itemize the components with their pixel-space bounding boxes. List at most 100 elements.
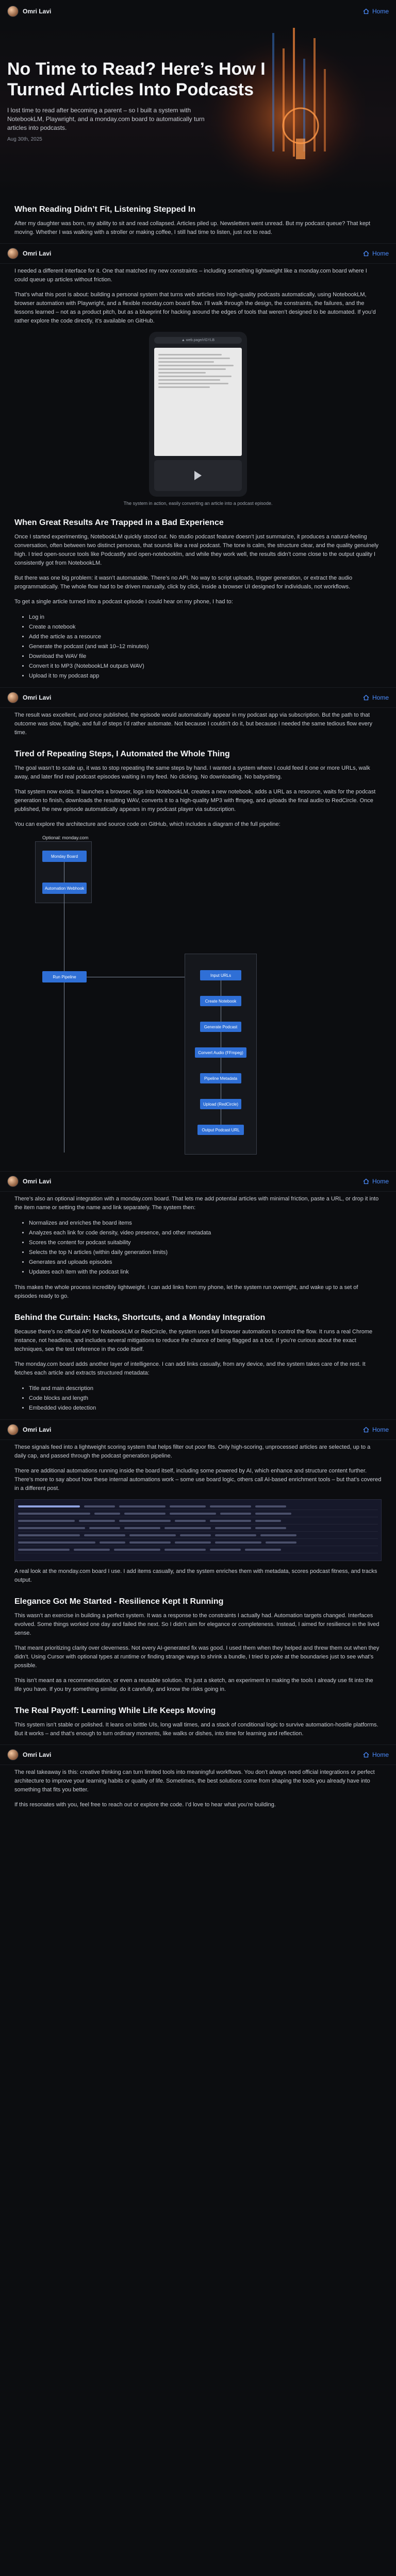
- author-block[interactable]: Omri Lavi: [7, 1176, 51, 1187]
- list-item: Analyzes each link for code density, vid…: [29, 1228, 382, 1238]
- paragraph: The real takeaway is this: creative thin…: [14, 1769, 375, 1793]
- home-icon: [363, 1427, 369, 1433]
- author-block[interactable]: Omri Lavi: [7, 6, 51, 17]
- paragraph: That system now exists. It launches a br…: [14, 789, 376, 812]
- author-name: Omri Lavi: [23, 1751, 52, 1758]
- list-item: Convert it to MP3 (NotebookLM outputs WA…: [29, 662, 382, 671]
- article-title: No Time to Read? Here’s How I Turned Art…: [7, 59, 266, 99]
- diagram-title: Optional: monday.com: [42, 835, 89, 840]
- diagram-node: Automation Webhook: [42, 883, 87, 894]
- author-avatar: [7, 6, 19, 17]
- paragraph: To get a single article turned into a po…: [14, 599, 233, 605]
- diagram-node: Create Notebook: [200, 996, 241, 1006]
- diagram-node: Convert Audio (FFmpeg): [195, 1047, 246, 1058]
- paragraph: The goal wasn’t to scale up, it was to s…: [14, 765, 370, 780]
- home-link[interactable]: Home: [363, 250, 389, 257]
- home-link[interactable]: Home: [363, 694, 389, 701]
- phone-url-bar: ▲ web.page/r/GYLB: [154, 337, 242, 344]
- author-block[interactable]: Omri Lavi: [7, 1749, 51, 1760]
- features-list: Normalizes and enriches the board items …: [29, 1218, 382, 1277]
- home-link[interactable]: Home: [363, 8, 389, 15]
- list-item: Code blocks and length: [29, 1394, 382, 1403]
- sticky-header: Omri Lavi Home: [0, 243, 396, 264]
- author-avatar: [7, 248, 19, 259]
- author-avatar: [7, 1424, 19, 1435]
- author-avatar: [7, 1749, 19, 1760]
- list-item: Normalizes and enriches the board items: [29, 1218, 382, 1228]
- list-item: Generates and uploads episodes: [29, 1258, 382, 1267]
- home-icon: [363, 8, 369, 14]
- paragraph: That meant prioritizing clarity over cle…: [14, 1645, 380, 1669]
- list-item: Create a notebook: [29, 622, 382, 632]
- list-item: Download the WAV file: [29, 652, 382, 662]
- home-link[interactable]: Home: [363, 1178, 389, 1185]
- list-item: Scores the content for podcast suitabili…: [29, 1238, 382, 1248]
- author-avatar: [7, 692, 19, 703]
- list-item: Updates each item with the podcast link: [29, 1267, 382, 1277]
- diagram-node: Pipeline Metadata: [200, 1073, 241, 1083]
- architecture-diagram: Optional: monday.com Monday Board Automa…: [14, 835, 382, 1165]
- section-heading: The Real Payoff: Learning While Life Kee…: [14, 1706, 216, 1715]
- paragraph: There’s also an optional integration wit…: [14, 1196, 379, 1211]
- sticky-header: Omri Lavi Home: [0, 1744, 396, 1765]
- list-item: Upload it to my podcast app: [29, 671, 382, 681]
- diagram-node: Input URLs: [200, 970, 241, 980]
- home-link-label: Home: [372, 1751, 389, 1758]
- list-item: Log in: [29, 613, 382, 622]
- article-body: When Reading Didn’t Fit, Listening Stepp…: [0, 205, 396, 1809]
- home-link-label: Home: [372, 694, 389, 701]
- phone-mockup: ▲ web.page/r/GYLB: [149, 332, 247, 497]
- sticky-header: Omri Lavi Home: [0, 687, 396, 708]
- diagram-node: Upload (RedCircle): [200, 1099, 241, 1109]
- home-link[interactable]: Home: [363, 1751, 389, 1758]
- list-item: Generate the podcast (and wait 10–12 min…: [29, 642, 382, 652]
- list-item: Selects the top N articles (within daily…: [29, 1248, 382, 1258]
- paragraph: This makes the whole process incredibly …: [14, 1284, 358, 1299]
- home-link[interactable]: Home: [363, 1426, 389, 1433]
- paragraph: This isn’t meant as a recommendation, or…: [14, 1677, 373, 1692]
- sticky-header: Omri Lavi Home: [0, 1171, 396, 1192]
- monday-board-screenshot: [14, 1499, 382, 1561]
- paragraph: Once I started experimenting, NotebookLM…: [14, 534, 379, 566]
- paragraph: There are additional automations running…: [14, 1468, 382, 1492]
- demo-screenshot: ▲ web.page/r/GYLB The system in action, …: [14, 332, 382, 506]
- home-link-label: Home: [372, 8, 389, 15]
- home-icon: [363, 1178, 369, 1184]
- section-heading: Elegance Got Me Started - Resilience Kep…: [14, 1597, 224, 1606]
- list-item: Title and main description: [29, 1384, 382, 1394]
- home-icon: [363, 694, 369, 701]
- paragraph: These signals feed into a lightweight sc…: [14, 1444, 371, 1459]
- section-heading: When Great Results Are Trapped in a Bad …: [14, 518, 224, 527]
- home-link-label: Home: [372, 1426, 389, 1433]
- home-icon: [363, 250, 369, 257]
- author-name: Omri Lavi: [23, 8, 52, 15]
- article-subtitle: I lost time to read after becoming a par…: [7, 107, 205, 131]
- author-block[interactable]: Omri Lavi: [7, 1424, 51, 1435]
- author-name: Omri Lavi: [23, 250, 52, 257]
- paragraph: But there was one big problem: it wasn’t…: [14, 575, 353, 590]
- list-item: Add the article as a resource: [29, 632, 382, 642]
- section-heading: Tired of Repeating Steps, I Automated th…: [14, 750, 230, 758]
- play-icon[interactable]: [194, 471, 202, 480]
- top-header: Omri Lavi Home: [0, 0, 396, 23]
- audio-player[interactable]: [154, 460, 242, 491]
- paragraph: If this resonates with you, feel free to…: [14, 1802, 276, 1808]
- list-item: Embedded video detection: [29, 1403, 382, 1413]
- home-link-label: Home: [372, 250, 389, 257]
- diagram-node: Run Pipeline: [42, 971, 87, 982]
- home-link-label: Home: [372, 1178, 389, 1185]
- home-icon: [363, 1752, 369, 1758]
- author-name: Omri Lavi: [23, 1178, 52, 1185]
- sticky-header: Omri Lavi Home: [0, 1419, 396, 1440]
- author-block[interactable]: Omri Lavi: [7, 248, 51, 259]
- figure-caption: The system in action, easily converting …: [123, 501, 273, 506]
- author-block[interactable]: Omri Lavi: [7, 692, 51, 703]
- publish-date: Aug 30th, 2025: [7, 137, 42, 142]
- author-avatar: [7, 1176, 19, 1187]
- author-name: Omri Lavi: [23, 1426, 52, 1433]
- steps-list: Log in Create a notebook Add the article…: [29, 613, 382, 681]
- metadata-list: Title and main description Code blocks a…: [29, 1384, 382, 1413]
- paragraph: That’s what this post is about: building…: [14, 292, 376, 324]
- paragraph: This system isn’t stable or polished. It…: [14, 1722, 378, 1737]
- section-heading: Behind the Curtain: Hacks, Shortcuts, an…: [14, 1313, 266, 1322]
